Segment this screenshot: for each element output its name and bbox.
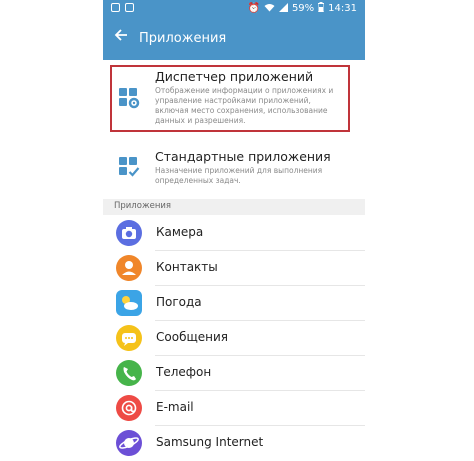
status-bar-right: ⏰ 59% 14:31 [247, 2, 357, 15]
setting-app-manager[interactable]: Диспетчер приложений Отображение информа… [103, 60, 365, 137]
section-header: Приложения [103, 199, 365, 215]
app-item-email[interactable]: E-mail [103, 391, 365, 425]
battery-level: 59% [291, 3, 315, 14]
battery-icon [317, 2, 325, 15]
setting-title: Диспетчер приложений [155, 69, 314, 84]
signal-icon [278, 2, 288, 15]
app-item-contacts[interactable]: Контакты [103, 251, 365, 285]
status-bar-left [111, 3, 134, 12]
camera-icon [116, 220, 142, 246]
setting-default-apps[interactable]: Стандартные приложения Назначение прилож… [103, 140, 365, 195]
app-item-samsung-internet[interactable]: Samsung Internet [103, 426, 365, 460]
setting-description: Отображение информации о приложениях и у… [155, 86, 334, 125]
app-item-weather[interactable]: Погода [103, 286, 365, 320]
wifi-icon [264, 3, 275, 15]
app-label: E-mail [156, 400, 194, 414]
app-label: Погода [156, 295, 202, 309]
default-apps-icon [118, 156, 140, 178]
section-header-label: Приложения [114, 201, 172, 211]
app-label: Камера [156, 225, 204, 239]
app-label: Телефон [156, 365, 212, 379]
app-label: Samsung Internet [156, 435, 264, 449]
messages-icon [116, 325, 142, 351]
weather-icon [116, 290, 142, 316]
settings-screen: ⏰ 59% 14:31 Приложения Диспетчер приложе… [103, 0, 365, 461]
samsung-internet-icon [116, 430, 142, 456]
app-item-camera[interactable]: Камера [103, 216, 365, 250]
notification-icon [111, 3, 120, 12]
setting-description: Назначение приложений для выполнения опр… [155, 166, 323, 185]
arrow-left-icon[interactable] [114, 27, 128, 47]
email-icon [116, 395, 142, 421]
app-label: Контакты [156, 260, 218, 274]
image-notification-icon [125, 3, 134, 12]
alarm-icon: ⏰ [247, 3, 260, 14]
app-bar: Приложения [103, 18, 365, 60]
app-label: Сообщения [156, 330, 229, 344]
phone-icon [116, 360, 142, 386]
contacts-icon [116, 255, 142, 281]
clock: 14:31 [328, 3, 357, 14]
app-manager-icon [118, 87, 140, 109]
app-item-phone[interactable]: Телефон [103, 356, 365, 390]
setting-title: Стандартные приложения [155, 149, 331, 164]
status-bar: ⏰ 59% 14:31 [103, 0, 365, 18]
app-item-messages[interactable]: Сообщения [103, 321, 365, 355]
page-title: Приложения [139, 31, 227, 46]
